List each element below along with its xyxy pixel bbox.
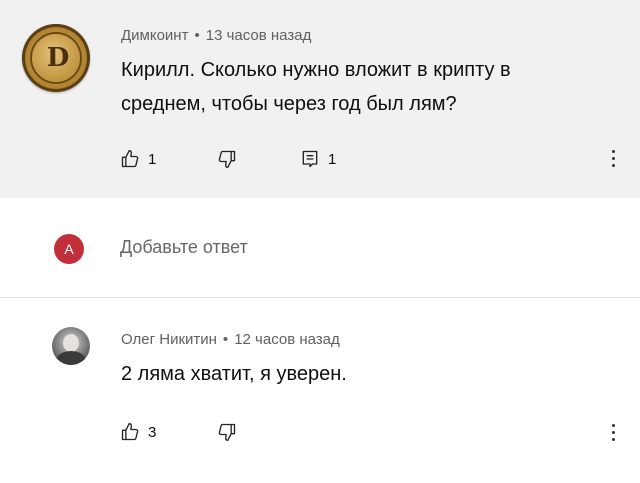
like-button[interactable]: 1 — [120, 149, 156, 169]
thumbs-up-icon — [121, 150, 139, 168]
meta-separator: • — [194, 27, 200, 44]
comment-meta: Олег Никитин • 12 часов назад — [121, 331, 340, 348]
reply-count: 1 — [328, 150, 337, 168]
dislike-button[interactable] — [217, 149, 237, 169]
comment-time[interactable]: 12 часов назад — [234, 331, 340, 348]
more-vertical-icon[interactable] — [610, 422, 616, 443]
comment-text: 2 ляма хватит, я уверен. — [121, 363, 347, 385]
thumbs-down-icon — [218, 150, 236, 168]
comment-author[interactable]: Димкоинт — [121, 27, 188, 44]
coin-letter: D — [46, 43, 70, 73]
comments-page: D Димкоинт • 13 часов назад Кирилл. Скольк… — [0, 0, 640, 483]
commenter-avatar[interactable] — [52, 327, 90, 365]
comment-meta: Димкоинт • 13 часов назад — [121, 27, 311, 44]
thumbs-down-icon — [218, 423, 236, 441]
comment-text: Кирилл. Сколько нужно вложит в крипту в … — [121, 53, 511, 121]
comment-text-line-1: Кирилл. Сколько нужно вложит в крипту в — [121, 59, 511, 81]
thumbs-up-icon — [121, 423, 139, 441]
comment-text-line-2: среднем, чтобы через год был лям? — [121, 93, 457, 115]
like-count: 3 — [148, 423, 157, 441]
replies-button[interactable]: 1 — [300, 149, 336, 169]
comment-time[interactable]: 13 часов назад — [206, 27, 312, 44]
comment-author[interactable]: Олег Никитин — [121, 331, 217, 348]
divider — [0, 297, 640, 298]
like-count: 1 — [148, 150, 157, 168]
reply-icon — [302, 150, 318, 168]
more-vertical-icon[interactable] — [610, 148, 616, 169]
meta-separator: • — [222, 331, 229, 348]
avatar-face — [63, 334, 79, 352]
highlighted-comment: D Димкоинт • 13 часов назад Кирилл. Скольк… — [0, 0, 640, 198]
user-avatar[interactable]: A — [54, 234, 84, 264]
dislike-button[interactable] — [217, 422, 237, 442]
like-button[interactable]: 3 — [120, 422, 156, 442]
commenter-avatar[interactable]: D — [22, 24, 90, 92]
dogecoin-logo: D — [30, 32, 82, 84]
add-reply-input[interactable]: Добавьте ответ — [120, 237, 248, 258]
avatar-body — [56, 351, 86, 365]
